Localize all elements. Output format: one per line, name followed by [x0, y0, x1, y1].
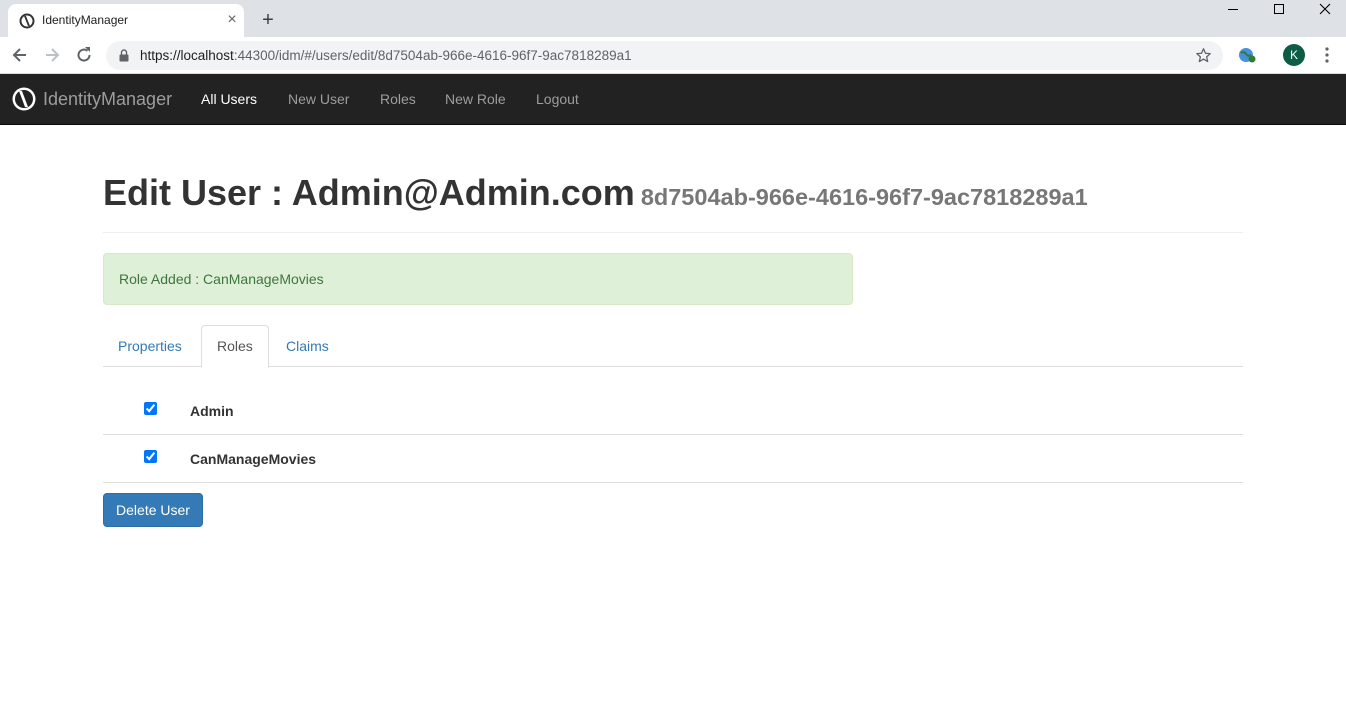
identitymanager-logo-icon [12, 87, 36, 111]
delete-user-button[interactable]: Delete User [103, 493, 203, 527]
app-navbar: IdentityManager All Users New User Roles… [0, 74, 1346, 125]
tab-roles[interactable]: Roles [201, 325, 269, 368]
page-title: Edit User : Admin@Admin.com 8d7504ab-966e… [103, 172, 1088, 218]
tab-claims[interactable]: Claims [271, 325, 344, 367]
browser-menu-icon[interactable] [1320, 46, 1334, 64]
forward-arrow-icon[interactable] [42, 45, 62, 65]
window-maximize-icon[interactable] [1256, 0, 1302, 30]
lock-icon [119, 49, 129, 62]
role-name: CanManageMovies [190, 451, 317, 467]
url-host: https://localhost [140, 48, 234, 63]
nav-logout[interactable]: Logout [536, 91, 579, 107]
new-tab-icon[interactable]: + [258, 10, 278, 30]
address-bar[interactable]: https://localhost:44300/idm/#/users/edit… [106, 41, 1223, 70]
role-checkbox-canmanagemovies[interactable] [144, 450, 157, 463]
role-row: Admin [103, 387, 1243, 435]
role-row: CanManageMovies [103, 435, 1243, 483]
bookmark-star-icon[interactable] [1195, 47, 1212, 64]
nav-roles[interactable]: Roles [380, 91, 416, 107]
nav-all-users[interactable]: All Users [201, 91, 257, 107]
extension-globe-icon[interactable] [1238, 46, 1256, 64]
browser-tabstrip: IdentityManager × + [0, 0, 1346, 37]
alert-message: Role Added : CanManageMovies [119, 271, 324, 287]
window-minimize-icon[interactable] [1210, 0, 1256, 30]
tab-properties[interactable]: Properties [103, 325, 197, 367]
user-id-subtitle: 8d7504ab-966e-4616-96f7-9ac7818289a1 [640, 184, 1088, 210]
user-tabs: Properties Roles Claims [103, 325, 1243, 368]
profile-avatar[interactable]: K [1283, 44, 1305, 66]
identitymanager-favicon-icon [19, 13, 35, 29]
tab-close-icon[interactable]: × [224, 12, 240, 28]
url-text: https://localhost:44300/idm/#/users/edit… [140, 48, 632, 64]
role-name: Admin [190, 403, 234, 419]
window-close-icon[interactable] [1302, 0, 1346, 30]
back-arrow-icon[interactable] [10, 45, 30, 65]
browser-toolbar: https://localhost:44300/idm/#/users/edit… [0, 37, 1346, 74]
url-path: :44300/idm/#/users/edit/8d7504ab-966e-46… [233, 48, 632, 63]
reload-icon[interactable] [74, 45, 94, 65]
header-divider [103, 232, 1243, 233]
page-title-text: Edit User : Admin@Admin.com [103, 172, 635, 213]
nav-new-role[interactable]: New Role [445, 91, 506, 107]
tab-title: IdentityManager [42, 13, 129, 27]
browser-tab[interactable]: IdentityManager × [8, 4, 244, 37]
success-alert: Role Added : CanManageMovies [103, 253, 853, 305]
brand-title: IdentityManager [43, 89, 173, 109]
nav-new-user[interactable]: New User [288, 91, 349, 107]
role-checkbox-admin[interactable] [144, 402, 157, 415]
